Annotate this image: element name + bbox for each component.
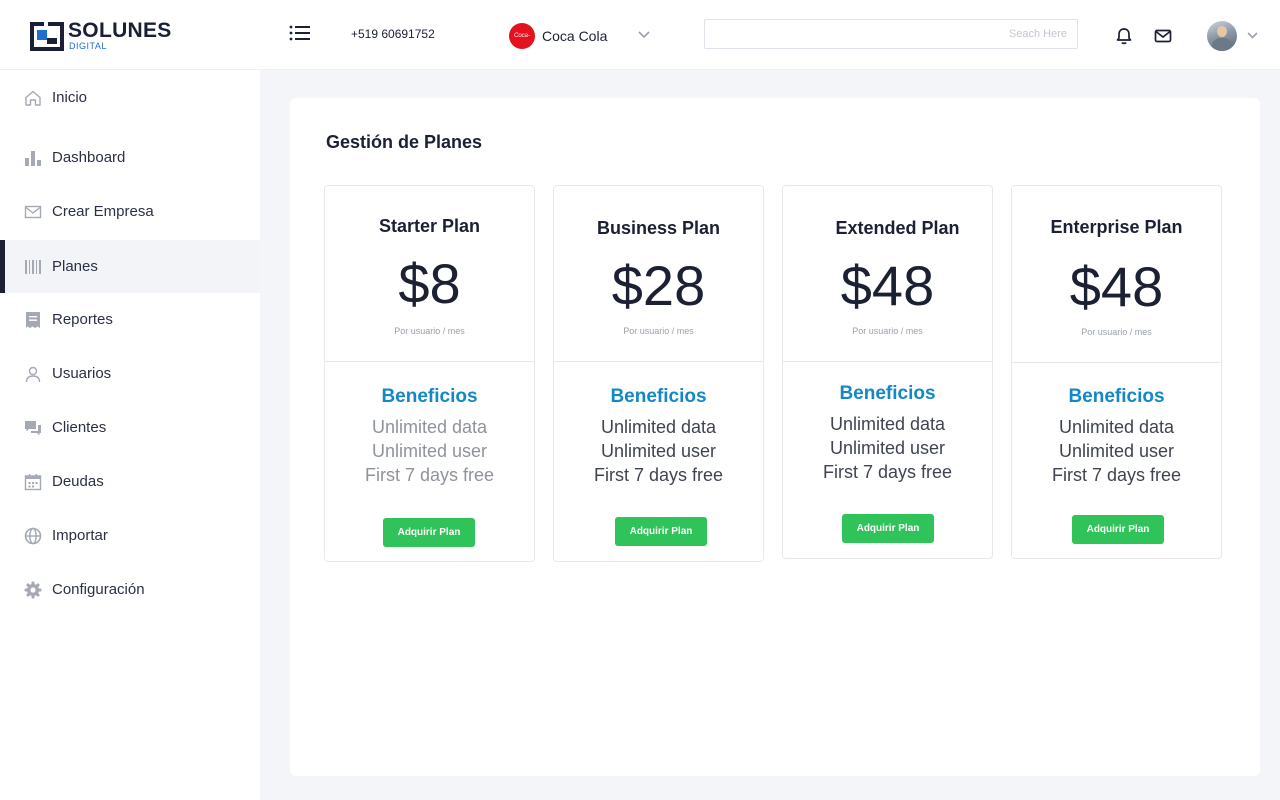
plan-name: Business Plan <box>596 218 721 238</box>
plan-card-business: Business Plan $28 Por usuario / mes Bene… <box>553 185 764 562</box>
user-icon <box>25 366 41 383</box>
sidebar-item-label: Deudas <box>52 473 104 490</box>
plan-price: $28 <box>611 254 706 317</box>
acquire-plan-button[interactable]: Adquirir Plan <box>1072 515 1164 544</box>
top-header: SOLUNES DIGITAL +519 60691752 Coca-Cola … <box>0 0 1280 70</box>
sidebar-item-configuracion[interactable]: Configuración <box>0 563 260 616</box>
plan-period: Por usuario / mes <box>394 326 465 336</box>
plan-feature: Unlimited data <box>600 417 717 437</box>
brand-subtitle: DIGITAL <box>69 41 107 51</box>
plan-feature: Unlimited user <box>1058 441 1175 461</box>
sidebar-item-inicio[interactable]: Inicio <box>0 71 260 124</box>
home-icon <box>25 90 41 106</box>
avatar-body <box>1212 38 1232 51</box>
plan-header: Extended Plan $48 Por usuario / mes <box>783 186 992 362</box>
page-title: Gestión de Planes <box>326 132 483 152</box>
plan-period: Por usuario / mes <box>1081 327 1152 337</box>
plan-header: Starter Plan $8 Por usuario / mes <box>325 186 534 362</box>
plan-feature: Unlimited user <box>829 438 946 458</box>
mail-icon[interactable] <box>1153 26 1173 46</box>
sidebar-item-label: Configuración <box>52 581 145 598</box>
plan-card-starter: Starter Plan $8 Por usuario / mes Benefi… <box>324 185 535 562</box>
acquire-plan-button[interactable]: Adquirir Plan <box>615 517 707 546</box>
sidebar-item-importar[interactable]: Importar <box>0 509 260 562</box>
plan-header: Business Plan $28 Por usuario / mes <box>554 186 763 362</box>
sidebar: Inicio Dashboard Crear Empresa Planes Re… <box>0 70 260 800</box>
plan-period: Por usuario / mes <box>852 326 923 336</box>
benefits-title: Beneficios <box>1068 386 1165 407</box>
plan-header: Enterprise Plan $48 Por usuario / mes <box>1012 186 1221 363</box>
benefits-title: Beneficios <box>381 386 478 407</box>
plan-feature: Unlimited data <box>1058 417 1175 437</box>
plan-feature: Unlimited user <box>371 441 488 461</box>
sidebar-item-label: Planes <box>52 258 98 275</box>
sidebar-item-label: Dashboard <box>52 149 126 166</box>
brand-name: SOLUNES <box>68 19 172 42</box>
sidebar-item-usuarios[interactable]: Usuarios <box>0 347 260 400</box>
chevron-down-icon[interactable] <box>1246 31 1259 40</box>
bar-chart-icon <box>25 151 41 166</box>
sidebar-item-reportes[interactable]: Reportes <box>0 293 260 346</box>
avatar-head <box>1217 26 1227 37</box>
gear-icon <box>24 581 42 599</box>
search-input[interactable] <box>704 19 1078 49</box>
sidebar-item-crear-empresa[interactable]: Crear Empresa <box>0 185 260 238</box>
plan-feature: First 7 days free <box>1051 465 1182 485</box>
plan-feature: Unlimited user <box>600 441 717 461</box>
plan-feature: First 7 days free <box>593 465 724 485</box>
brand-mark-icon <box>30 22 64 51</box>
sidebar-item-label: Reportes <box>52 311 113 328</box>
plan-card-enterprise: Enterprise Plan $48 Por usuario / mes Be… <box>1011 185 1222 559</box>
sidebar-item-label: Usuarios <box>52 365 112 382</box>
sidebar-item-label: Importar <box>52 527 108 544</box>
plan-feature: Unlimited data <box>829 414 946 434</box>
plan-name: Extended Plan <box>835 218 960 238</box>
company-name: Coca Cola <box>542 28 608 44</box>
chevron-down-icon <box>638 31 650 39</box>
plan-feature: First 7 days free <box>364 465 495 485</box>
sidebar-item-clientes[interactable]: Clientes <box>0 401 260 454</box>
sidebar-item-label: Inicio <box>52 89 88 106</box>
acquire-plan-button[interactable]: Adquirir Plan <box>383 518 475 547</box>
sidebar-item-deudas[interactable]: Deudas <box>0 455 260 508</box>
sidebar-item-label: Clientes <box>52 419 107 436</box>
sidebar-item-label: Crear Empresa <box>52 203 154 220</box>
receipt-icon <box>26 312 40 328</box>
plan-name: Starter Plan <box>378 216 481 236</box>
plan-feature: Unlimited data <box>371 417 488 437</box>
globe-icon <box>24 527 42 545</box>
brand-logo[interactable]: SOLUNES DIGITAL <box>28 20 171 54</box>
benefits-title: Beneficios <box>839 383 936 404</box>
phone-number: +519 60691752 <box>351 27 435 41</box>
calendar-icon <box>24 474 42 491</box>
company-logo: Coca-Cola <box>509 23 535 49</box>
company-selector[interactable]: Coca-Cola Coca Cola <box>509 23 659 49</box>
bell-icon[interactable] <box>1114 26 1134 46</box>
plan-card-extended: Extended Plan $48 Por usuario / mes Bene… <box>782 185 993 559</box>
barcode-icon <box>25 260 41 274</box>
menu-icon[interactable] <box>289 24 311 42</box>
plan-price: $48 <box>1069 255 1164 318</box>
envelope-icon <box>24 205 42 219</box>
plan-period: Por usuario / mes <box>623 326 694 336</box>
sidebar-item-dashboard[interactable]: Dashboard <box>0 131 260 184</box>
plan-price: $48 <box>840 254 935 317</box>
acquire-plan-button[interactable]: Adquirir Plan <box>842 514 934 543</box>
plan-feature: First 7 days free <box>822 462 953 482</box>
avatar[interactable] <box>1207 21 1237 51</box>
plan-name: Enterprise Plan <box>1050 217 1183 237</box>
plan-price: $8 <box>398 252 461 315</box>
chat-icon <box>25 421 41 436</box>
sidebar-item-planes[interactable]: Planes <box>0 240 260 293</box>
benefits-title: Beneficios <box>610 386 707 407</box>
